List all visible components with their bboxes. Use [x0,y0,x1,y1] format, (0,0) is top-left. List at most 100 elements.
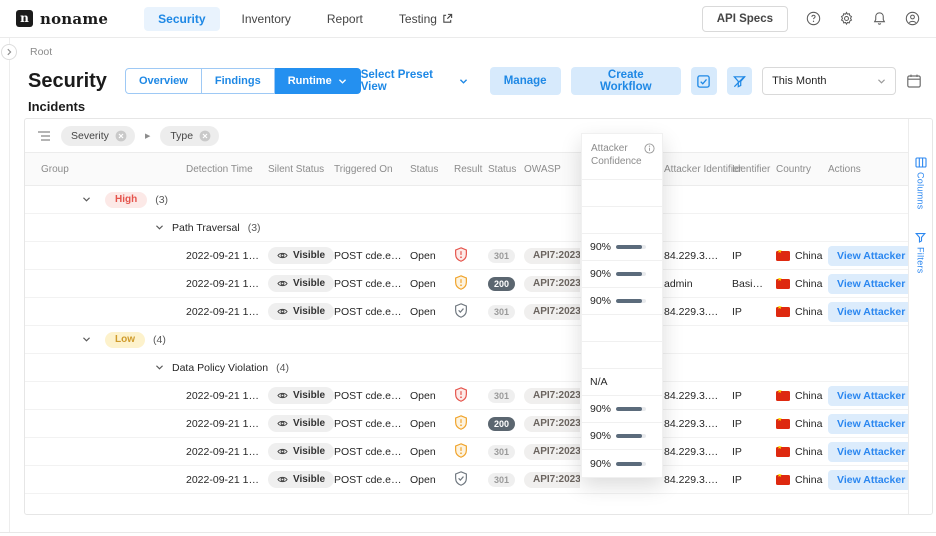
detection-time-cell: 2022-09-21 17:11 [186,418,268,430]
calendar-icon[interactable] [906,73,922,89]
api-specs-button[interactable]: API Specs [702,6,788,32]
manage-button[interactable]: Manage [490,67,561,95]
attacker-identifier-cell: 84.229.3.224 [664,390,732,402]
owasp-badge: API7:2023 [524,248,580,264]
bulk-select-button[interactable] [691,67,717,95]
columns-panel-tab[interactable]: Columns [915,157,927,210]
col-header-status[interactable]: Status [410,164,454,175]
triggered-on-cell: POST cde.europe… [334,418,410,430]
info-icon[interactable] [644,143,655,154]
create-workflow-button[interactable]: Create Workflow [571,67,682,95]
remove-chip-icon[interactable] [115,130,127,142]
status-code-cell: 301 [488,445,524,459]
group-chip-type[interactable]: Type [160,126,219,146]
incident-row[interactable]: 2022-09-21 17:11 Visible POST cde.europe… [25,270,908,298]
row-groups-icon[interactable] [37,130,51,142]
collapse-group-icon[interactable] [155,224,164,231]
help-icon[interactable] [806,11,821,26]
col-header-actions[interactable]: Actions [828,164,908,175]
tab-overview[interactable]: Overview [125,68,202,94]
country-cell: China [776,306,828,318]
incident-row[interactable]: 2022-09-21 17:11 Visible POST cde.europe… [25,438,908,466]
group-label: Data Policy Violation [172,362,268,374]
settings-gear-icon[interactable] [839,11,854,26]
remove-chip-icon[interactable] [199,130,211,142]
chevron-down-icon [877,78,886,85]
noname-logo-text: noname [40,10,108,28]
page-title: Security [28,70,107,93]
owasp-cell: API7:2023 [524,276,580,292]
expand-tree-button[interactable] [1,44,17,60]
status-code-badge: 301 [488,473,515,487]
eye-icon [277,307,288,316]
nav-item-report[interactable]: Report [313,7,377,31]
attacker-identifier-cell: 84.229.3.224 [664,446,732,458]
noname-logo[interactable]: n noname [16,10,108,28]
breadcrumb[interactable]: Root [30,46,52,58]
nav-item-security[interactable]: Security [144,7,219,31]
col-header-identifier[interactable]: Identifier [732,164,776,175]
col-header-country[interactable]: Country [776,164,828,175]
floating-confidence-cell: 90% [582,234,662,261]
incident-row[interactable]: 2022-09-21 17:11 Visible POST cde.europe… [25,466,908,494]
view-attacker-button[interactable]: View Attacker [828,470,908,490]
status-code-cell: 301 [488,305,524,319]
collapse-group-icon[interactable] [82,336,91,343]
group-count: (4) [276,362,289,374]
china-flag-icon [776,419,790,429]
col-header-group[interactable]: Group [41,164,186,175]
tab-findings[interactable]: Findings [202,68,275,94]
col-header-attacker-identifier[interactable]: Attacker Identifier [664,164,732,175]
china-flag-icon [776,447,790,457]
type-group-row[interactable]: Path Traversal (3) [25,214,908,242]
status-code-badge: 301 [488,389,515,403]
date-range-select[interactable]: This Month [762,67,896,95]
owasp-cell: API7:2023 [524,444,580,460]
country-cell: China [776,390,828,402]
view-attacker-button[interactable]: View Attacker [828,246,908,266]
floating-confidence-cell [582,180,662,207]
grid-side-rail: Columns Filters [908,119,932,514]
detection-time-cell: 2022-09-21 17:11 [186,306,268,318]
nav-item-inventory[interactable]: Inventory [228,7,305,31]
col-header-triggered-on[interactable]: Triggered On [334,164,410,175]
type-group-row[interactable]: Data Policy Violation (4) [25,354,908,382]
tab-runtime[interactable]: Runtime [275,68,361,94]
china-flag-icon [776,279,790,289]
clear-filters-button[interactable] [727,67,753,95]
col-header-result[interactable]: Result [454,164,488,175]
silent-status-cell: Visible [268,415,334,432]
col-header-status-code[interactable]: Status [488,164,524,175]
status-cell: Open [410,250,454,262]
incident-row[interactable]: 2022-09-21 17:11 Visible POST cde.europe… [25,382,908,410]
view-attacker-button[interactable]: View Attacker [828,274,908,294]
col-header-detection-time[interactable]: Detection Time [186,164,268,175]
owasp-cell: API7:2023 [524,388,580,404]
view-attacker-button[interactable]: View Attacker [828,302,908,322]
select-preset-view-dropdown[interactable]: Select Preset View [361,69,468,93]
account-icon[interactable] [905,11,920,26]
notifications-bell-icon[interactable] [872,11,887,26]
floating-column-header: Attacker Confidence [582,134,662,180]
dragged-column-attacker-confidence[interactable]: Attacker Confidence 90%90%90%N/A90%90%90… [581,133,663,478]
identifier-cell: IP [732,474,776,486]
filters-panel-tab[interactable]: Filters [915,232,926,274]
view-attacker-button[interactable]: View Attacker [828,386,908,406]
incident-row[interactable]: 2022-09-21 17:11 Visible POST cde.europe… [25,298,908,326]
nav-item-testing[interactable]: Testing [385,7,467,31]
incident-row[interactable]: 2022-09-21 17:11 Visible POST cde.europe… [25,410,908,438]
col-header-silent-status[interactable]: Silent Status [268,164,334,175]
col-header-owasp[interactable]: OWASP [524,164,580,175]
identifier-cell: IP [732,418,776,430]
collapse-group-icon[interactable] [155,364,164,371]
result-cell [454,275,488,293]
filter-off-icon [732,74,747,89]
severity-group-row[interactable]: High (3) [25,186,908,214]
view-attacker-button[interactable]: View Attacker [828,442,908,462]
view-attacker-button[interactable]: View Attacker [828,414,908,434]
group-chip-severity[interactable]: Severity [61,126,135,146]
collapse-group-icon[interactable] [82,196,91,203]
incident-row[interactable]: 2022-09-21 17:11 Visible POST cde.europe… [25,242,908,270]
severity-group-row[interactable]: Low (4) [25,326,908,354]
status-code-badge: 301 [488,305,515,319]
